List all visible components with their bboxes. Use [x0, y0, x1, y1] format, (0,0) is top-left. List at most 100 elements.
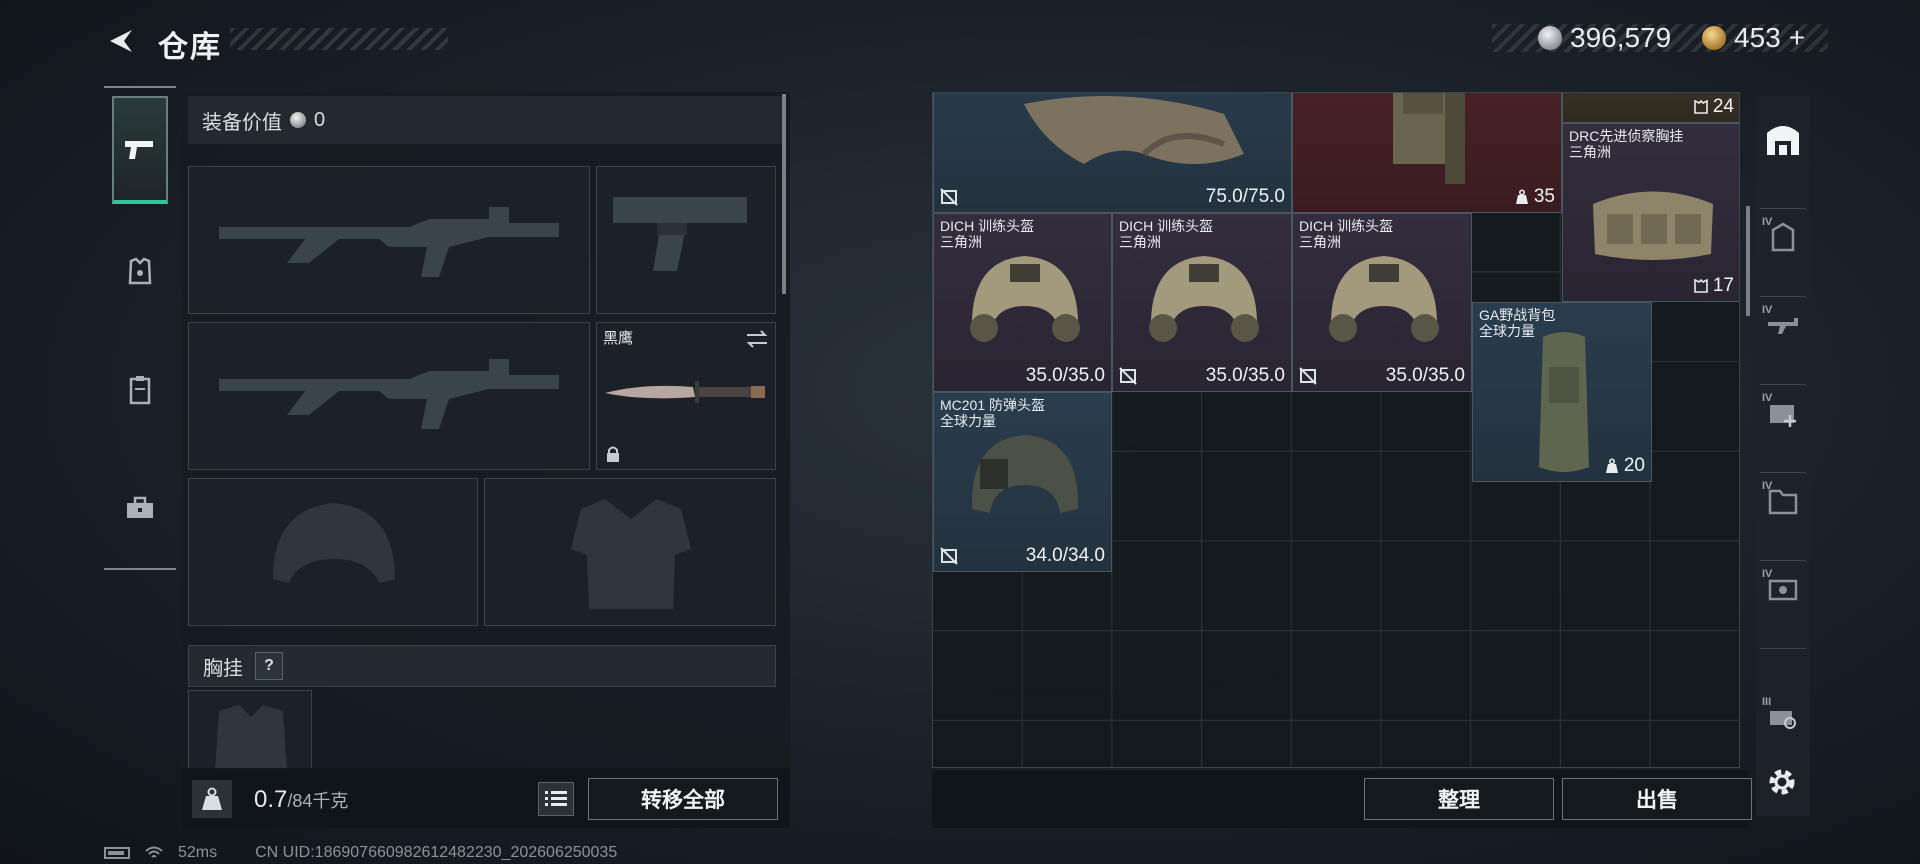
tier4-box-icon	[1768, 579, 1798, 601]
toolbox-icon	[127, 496, 153, 518]
helmet-item-icon	[1149, 256, 1259, 342]
tab-divider	[1760, 208, 1806, 209]
nav-armor-tab[interactable]	[112, 244, 168, 300]
stash-item-helmet[interactable]: DICH 训练头盔 三角洲 35.0/35.0	[1292, 213, 1472, 392]
equipment-scrollbar[interactable]	[782, 94, 786, 294]
silver-coin-icon	[290, 112, 306, 128]
stash-grid[interactable]: 75.0/75.0 35 24 DRC先进侦察胸挂 三角洲 17 DICH 训练…	[932, 92, 1740, 768]
stash-item-helmet[interactable]: DICH 训练头盔 三角洲 35.0/35.0	[1112, 213, 1292, 392]
back-icon[interactable]	[104, 24, 138, 58]
title-decoration	[230, 28, 448, 50]
durability: 35.0/35.0	[1385, 365, 1465, 386]
tier4-folder-icon	[1768, 489, 1798, 515]
item-count: 24	[1693, 96, 1734, 118]
knife-icon	[605, 381, 765, 403]
stash-item-stack[interactable]: 24	[1562, 93, 1739, 123]
item-count-value: 20	[1623, 455, 1645, 476]
tab-divider	[1760, 560, 1806, 561]
durability: 35.0/35.0	[1025, 365, 1105, 386]
sell-button[interactable]: 出售	[1562, 778, 1752, 820]
rifle-silhouette-icon	[219, 207, 559, 277]
item-count-value: 17	[1712, 275, 1734, 296]
stash-tier4-box-tab[interactable]: IV	[1760, 566, 1806, 612]
rig-silhouette-icon	[215, 705, 287, 771]
item-maker: 全球力量	[1479, 323, 1535, 339]
item-maker: 三角洲	[1569, 144, 1611, 160]
helmet-item-icon	[971, 435, 1079, 513]
currency-gold-value: 453	[1734, 22, 1781, 53]
stash-main-tab[interactable]	[1760, 116, 1806, 162]
helmet-slot[interactable]	[188, 478, 478, 626]
ping-value: 52ms	[178, 844, 218, 861]
left-nav	[104, 86, 176, 570]
equipment-value-label: 装备价值	[202, 111, 282, 134]
item-maker: 三角洲	[940, 234, 982, 250]
no-insure-icon	[940, 547, 958, 565]
stash-tier4-bag-tab[interactable]: IV	[1760, 214, 1806, 260]
stash-item-helmet[interactable]: MC201 防弹头盔 全球力量 34.0/34.0	[933, 392, 1112, 572]
chest-rig-slot[interactable]	[188, 690, 312, 771]
nav-weapons-tab[interactable]	[112, 96, 168, 204]
stash-item-drc-rig[interactable]: DRC先进侦察胸挂 三角洲 17	[1562, 123, 1739, 302]
nav-vest-tab[interactable]	[112, 362, 168, 418]
battery-icon	[104, 847, 130, 859]
stash-tier3-gear-tab[interactable]: III	[1760, 694, 1806, 740]
list-view-button[interactable]	[538, 782, 574, 816]
melee-slot[interactable]: 黑鹰	[596, 322, 776, 470]
stash-item-helmet[interactable]: DICH 训练头盔 三角洲 35.0/35.0	[933, 213, 1112, 392]
help-button[interactable]: ?	[255, 652, 283, 680]
pistol-icon	[125, 141, 153, 159]
item-maker: 三角洲	[1299, 234, 1341, 250]
helmet-item-icon	[1329, 256, 1439, 342]
secondary-weapon-slot[interactable]	[188, 322, 590, 470]
swap-icon[interactable]	[745, 329, 769, 349]
body-armor-slot[interactable]	[484, 478, 776, 626]
durability: 75.0/75.0	[1205, 186, 1285, 207]
stash-item-backpack[interactable]: GA野战背包 全球力量 20	[1472, 302, 1652, 482]
carry-weight-max: /84千克	[287, 791, 349, 811]
settings-icon[interactable]	[1764, 764, 1800, 800]
silver-coin-icon	[1538, 26, 1562, 50]
stash-item-armor[interactable]: 75.0/75.0	[933, 93, 1292, 213]
nav-toolbox-tab[interactable]	[112, 480, 168, 536]
tier-label-icon: IV	[1762, 216, 1773, 228]
rig-small-icon	[1694, 278, 1708, 293]
stash-tier4-medkit-tab[interactable]: IV	[1760, 390, 1806, 436]
wifi-icon	[145, 846, 163, 858]
list-icon	[545, 791, 567, 806]
status-bar: 52ms CN UID:186907660982612482230_202606…	[104, 844, 617, 862]
tier3-gear-icon	[1770, 711, 1796, 729]
transfer-all-button[interactable]: 转移全部	[588, 778, 778, 820]
item-name: DICH 训练头盔 三角洲	[1299, 218, 1393, 250]
stash-scrollbar[interactable]	[1746, 206, 1750, 316]
rig-item-icon	[1593, 191, 1713, 260]
sort-button[interactable]: 整理	[1364, 778, 1554, 820]
add-gold-button[interactable]: +	[1789, 22, 1805, 54]
tier-label-icon: IV	[1762, 480, 1773, 492]
tab-divider	[1760, 296, 1806, 297]
currency-silver: 396,579	[1538, 22, 1671, 54]
currency-gold[interactable]: 453 +	[1702, 22, 1805, 54]
rifle-silhouette-icon	[219, 359, 559, 429]
pistol-silhouette-icon	[613, 197, 747, 271]
weight-small-icon	[1605, 458, 1618, 473]
stash-item-rig[interactable]: 35	[1292, 93, 1562, 213]
item-count-value: 24	[1712, 96, 1734, 117]
armor-silhouette-icon	[571, 499, 691, 609]
helmet-silhouette-icon	[273, 503, 395, 583]
carry-weight: 0.7/84千克	[254, 786, 348, 814]
primary-weapon-slot[interactable]	[188, 166, 590, 314]
stash-tier4-gun-tab[interactable]: IV	[1760, 302, 1806, 348]
item-name: DICH 训练头盔 三角洲	[940, 218, 1034, 250]
stash-tier4-folder-tab[interactable]: IV	[1760, 478, 1806, 524]
item-count: 17	[1693, 275, 1734, 297]
sidearm-slot[interactable]	[596, 166, 776, 314]
armor-item-icon	[1024, 96, 1244, 164]
tier4-bag-icon	[1771, 222, 1795, 252]
no-insure-icon	[1299, 367, 1317, 385]
tier-label-icon: III	[1762, 696, 1772, 708]
carry-weight-value: 0.7	[254, 786, 288, 813]
nav-divider	[104, 86, 176, 88]
weight-icon	[192, 780, 232, 818]
weight-small-icon	[1515, 189, 1528, 204]
